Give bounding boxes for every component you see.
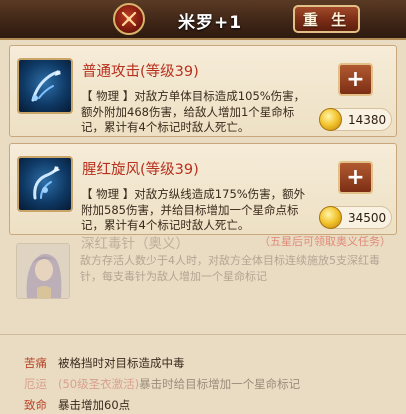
upgrade-skill-button[interactable]: + xyxy=(338,161,373,194)
skill-description: 【 物理 】对敌方纵线造成175%伤害，额外附加585伤害，并给目标增加一个星命… xyxy=(81,187,306,232)
cost-value: 34500 xyxy=(348,211,387,225)
trait-row-lethal: 致命 暴击增加60点 xyxy=(24,397,130,413)
character-name: 米罗+1 xyxy=(178,13,243,33)
scorpion-claw-icon[interactable] xyxy=(17,58,73,114)
crossed-swords-icon xyxy=(121,11,137,27)
scarlet-whirlwind-icon[interactable] xyxy=(17,156,73,212)
trait-row-misfortune: 厄运 (50级圣衣激活)暴击时给目标增加一个星命标记 xyxy=(24,376,300,392)
skill-card-normal-attack: 普通攻击(等级39) 【 物理 】对敌方单体目标造成105%伤害，额外附加468… xyxy=(9,45,397,137)
locked-skill-title: 深红毒针（奥义） xyxy=(81,236,189,252)
trait-description: 被格挡时对目标造成中毒 xyxy=(58,356,185,370)
gold-saint-emblem-icon xyxy=(113,3,145,35)
locked-skill-description: 敌方存活人数少于4人时，对敌方全体目标连续施放5支深红毒针，每支毒针为敌人增加一… xyxy=(80,254,380,283)
upgrade-cost: 34500 xyxy=(319,206,392,229)
upgrade-cost: 14380 xyxy=(319,108,392,131)
gold-coin-icon xyxy=(319,108,342,131)
trait-name: 致命 xyxy=(24,398,47,412)
reborn-button[interactable]: 重 生 xyxy=(293,5,360,33)
section-divider xyxy=(0,334,406,335)
trait-description: 暴击时给目标增加一个星命标记 xyxy=(139,377,301,391)
upgrade-skill-button[interactable]: + xyxy=(338,63,373,96)
skill-card-scarlet-whirlwind: 腥红旋风(等级39) 【 物理 】对敌方纵线造成175%伤害，额外附加585伤害… xyxy=(9,143,397,235)
trait-row-suffering: 苦痛 被格挡时对目标造成中毒 xyxy=(24,355,185,371)
skill-description: 【 物理 】对敌方单体目标造成105%伤害，额外附加468伤害，给敌人增加1个星… xyxy=(81,89,306,134)
trait-name: 苦痛 xyxy=(24,356,47,370)
trait-condition: (50级圣衣激活) xyxy=(58,377,140,391)
gold-coin-icon xyxy=(319,206,342,229)
skill-title: 腥红旋风(等级39) xyxy=(82,162,199,178)
skill-card-ultimate-locked: 深红毒针（奥义） （五星后可领取奥义任务） 敌方存活人数少于4人时，对敌方全体目… xyxy=(9,235,397,321)
unlock-requirement: （五星后可领取奥义任务） xyxy=(259,235,391,248)
character-portrait-icon xyxy=(16,243,70,299)
trait-name: 厄运 xyxy=(24,377,47,391)
skill-title: 普通攻击(等级39) xyxy=(82,64,199,80)
cost-value: 14380 xyxy=(348,113,387,127)
header-bar: 米罗+1 重 生 xyxy=(0,0,406,40)
trait-description: 暴击增加60点 xyxy=(58,398,131,412)
